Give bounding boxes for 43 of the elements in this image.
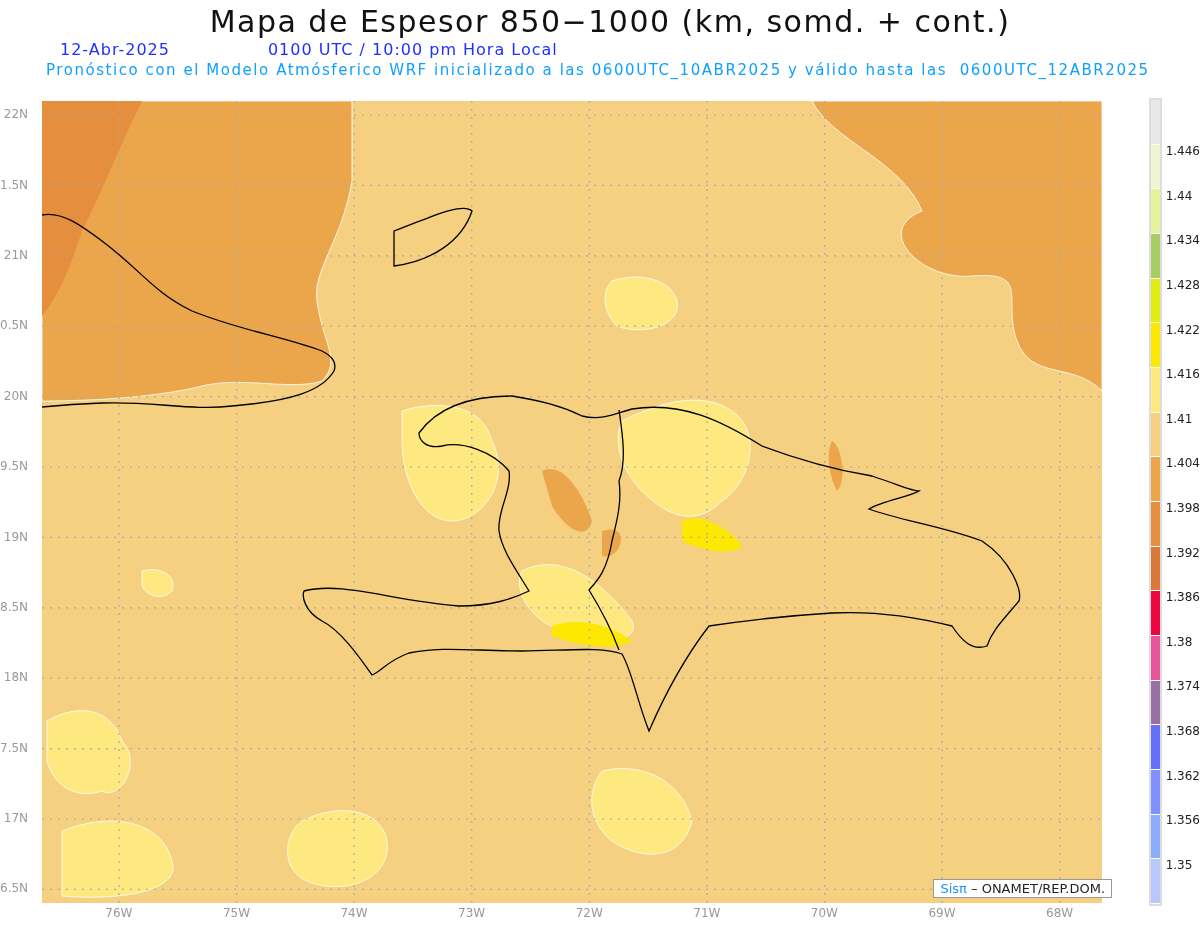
colorbar-label: 1.392 — [1165, 545, 1200, 560]
longitude-label: 73W — [458, 906, 486, 920]
latitude-label: 20N — [3, 388, 29, 403]
colorbar-label: 1.428 — [1165, 278, 1200, 293]
longitude-label: 68W — [1046, 906, 1074, 920]
colorbar-label: 1.38 — [1165, 634, 1193, 649]
longitude-label: 75W — [222, 906, 250, 920]
colorbar-label: 1.422 — [1165, 322, 1200, 337]
colorbar-label: 1.446 — [1165, 144, 1200, 159]
latitude-label: 17N — [3, 811, 29, 826]
colorbar-label: 1.362 — [1165, 768, 1200, 783]
forecast-date: 12-Abr-2025 — [60, 40, 170, 60]
longitude-label: 72W — [575, 906, 603, 920]
colorbar-label: 1.416 — [1165, 367, 1200, 382]
longitude-label: 70W — [810, 906, 838, 920]
latitude-label: 18N — [3, 670, 29, 685]
longitude-label: 69W — [928, 906, 956, 920]
colorbar-label: 1.434 — [1165, 233, 1200, 248]
latitude-label: 1.5N — [0, 177, 29, 192]
longitude-label: 74W — [340, 906, 368, 920]
longitude-label: 71W — [693, 906, 721, 920]
colorbar-label: 1.374 — [1165, 679, 1200, 694]
colorbar-label: 1.398 — [1165, 501, 1200, 516]
latitude-label: 9.5N — [0, 459, 29, 474]
latitude-label: 8.5N — [0, 599, 29, 614]
latitude-label: 19N — [3, 529, 29, 544]
colorbar-label: 1.35 — [1165, 857, 1193, 872]
longitude-label: 76W — [105, 906, 133, 920]
latitude-label: 6.5N — [0, 881, 29, 896]
map-title: Mapa de Espesor 850−1000 (km, somd. + cont.) — [208, 4, 1012, 40]
latitude-label: 7.5N — [0, 740, 29, 755]
credit-label: Sisπ – ONAMET/REP.DOM. — [933, 879, 1113, 898]
colorbar-label: 1.368 — [1165, 724, 1200, 738]
colorbar-label: 1.386 — [1165, 590, 1200, 605]
latitude-label: 21N — [3, 247, 29, 262]
forecast-description: Pronóstico con el Modelo Atmósferico WRF inicializado a las 0600UTC_10ABR2025 y válido hasta las 0600UTC_12ABR2025 — [46, 60, 1151, 80]
forecast-time: 0100 UTC / 10:00 pm Hora Local — [267, 40, 558, 60]
colorbar-label: 1.41 — [1165, 411, 1193, 426]
colorbar-label: 1.404 — [1165, 456, 1200, 471]
latitude-label: 22N — [3, 107, 29, 122]
colorbar-label: 1.44 — [1165, 188, 1193, 203]
latitude-label: 0.5N — [0, 318, 29, 333]
colorbar-label: 1.356 — [1165, 813, 1200, 828]
